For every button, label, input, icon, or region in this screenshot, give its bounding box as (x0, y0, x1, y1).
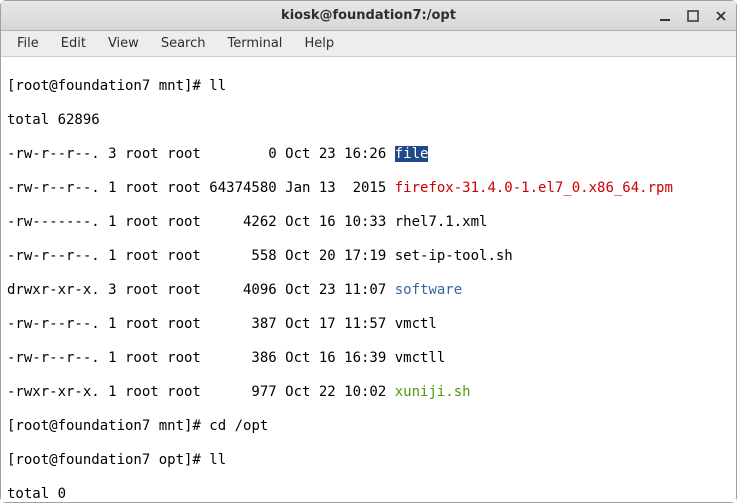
file-name: set-ip-tool.sh (395, 248, 513, 264)
menubar: File Edit View Search Terminal Help (1, 31, 736, 57)
file-name-exec: xuniji.sh (395, 384, 471, 400)
output-line: total 0 (7, 486, 730, 502)
menu-search[interactable]: Search (151, 34, 216, 53)
window-title: kiosk@foundation7:/opt (1, 8, 736, 23)
menu-help[interactable]: Help (294, 34, 344, 53)
terminal-area[interactable]: [root@foundation7 mnt]# ll total 62896 -… (1, 57, 736, 502)
command-text: ll (209, 78, 226, 94)
window-controls (658, 9, 728, 23)
file-name-archive: firefox-31.4.0-1.el7_0.x86_64.rpm (395, 180, 673, 196)
command-text: ll (209, 452, 226, 468)
maximize-button[interactable] (686, 9, 700, 23)
file-perm: -rw-r--r--. 1 root root 64374580 Jan 13 … (7, 180, 395, 196)
output-line: total 62896 (7, 112, 730, 129)
prompt: [root@foundation7 mnt]# (7, 418, 209, 434)
prompt: [root@foundation7 opt]# (7, 452, 209, 468)
file-perm: -rw-r--r--. 1 root root 387 Oct 17 11:57 (7, 316, 395, 332)
prompt: [root@foundation7 mnt]# (7, 78, 209, 94)
file-name-dir: software (395, 282, 462, 298)
file-perm: -rw-r--r--. 1 root root 386 Oct 16 16:39 (7, 350, 395, 366)
file-perm: -rw-r--r--. 3 root root 0 Oct 23 16:26 (7, 146, 395, 162)
minimize-button[interactable] (658, 9, 672, 23)
menu-file[interactable]: File (7, 34, 49, 53)
menu-terminal[interactable]: Terminal (217, 34, 292, 53)
command-text: cd /opt (209, 418, 268, 434)
file-perm: -rw-r--r--. 1 root root 558 Oct 20 17:19 (7, 248, 395, 264)
file-name-selected: file (395, 146, 429, 162)
file-name: rhel7.1.xml (395, 214, 488, 230)
file-perm: -rwxr-xr-x. 1 root root 977 Oct 22 10:02 (7, 384, 395, 400)
titlebar: kiosk@foundation7:/opt (1, 1, 736, 31)
file-name: vmctl (395, 316, 437, 332)
file-perm: -rw-------. 1 root root 4262 Oct 16 10:3… (7, 214, 395, 230)
file-name: vmctll (395, 350, 446, 366)
file-perm: drwxr-xr-x. 3 root root 4096 Oct 23 11:0… (7, 282, 395, 298)
menu-edit[interactable]: Edit (51, 34, 96, 53)
menu-view[interactable]: View (98, 34, 149, 53)
close-button[interactable] (714, 9, 728, 23)
